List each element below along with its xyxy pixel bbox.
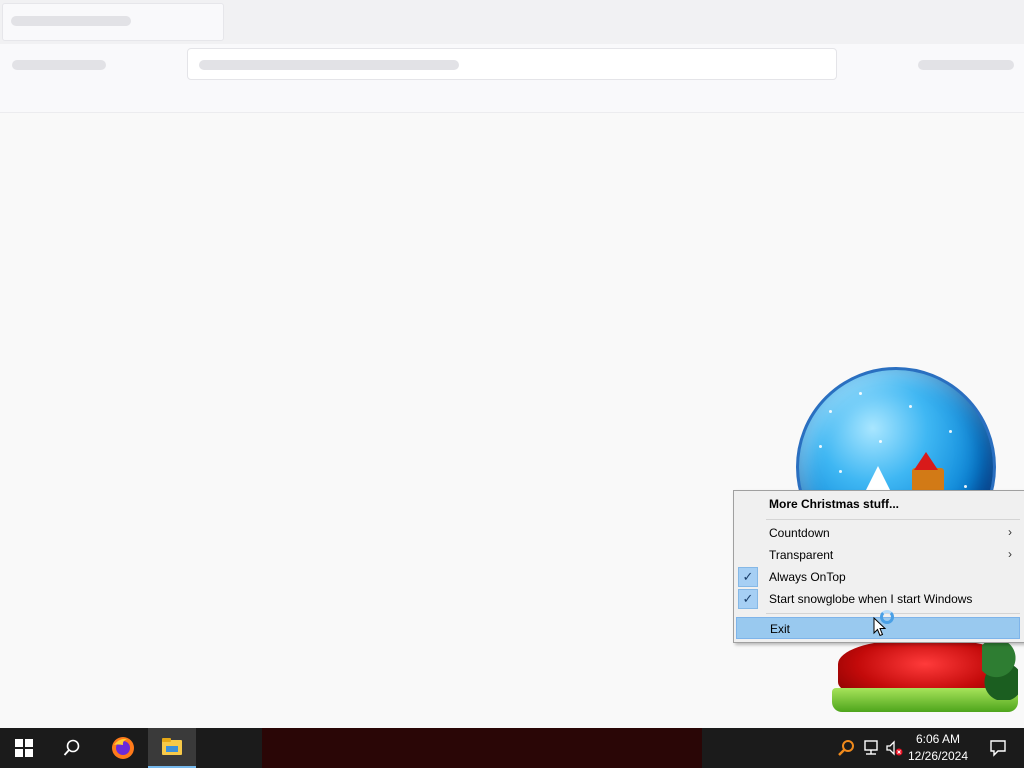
firefox-icon [112, 737, 134, 759]
menu-item-label: Start snowglobe when I start Windows [769, 592, 973, 606]
menu-item-label: Countdown [769, 526, 830, 540]
windows-logo-icon [15, 739, 33, 757]
snowflake [909, 405, 912, 408]
volume-tray-button[interactable] [884, 738, 904, 758]
start-button[interactable] [0, 728, 48, 768]
clock-date: 12/26/2024 [907, 749, 969, 763]
menu-separator [766, 519, 1020, 520]
menu-item-label: More Christmas stuff... [769, 497, 900, 511]
clock-time: 6:06 AM [915, 732, 961, 746]
tab-title-placeholder [11, 16, 131, 26]
menu-item-more-christmas-stuff[interactable]: More Christmas stuff... [736, 493, 1020, 515]
toolbar-right-placeholder [918, 60, 1014, 70]
snowflake [839, 470, 842, 473]
snowflake [829, 410, 832, 413]
snowglobe-tray-button[interactable] [836, 738, 856, 758]
network-tray-button[interactable] [861, 738, 881, 758]
holly-icon [982, 640, 1018, 700]
menu-item-label: Always OnTop [769, 570, 846, 584]
santa-icon [914, 452, 938, 470]
menu-item-start-with-windows[interactable]: ✓ Start snowglobe when I start Windows [736, 588, 1020, 610]
taskbar-clock[interactable]: 6:06 AM 12/26/2024 [902, 731, 974, 765]
checkmark-icon: ✓ [738, 567, 758, 587]
menu-item-transparent[interactable]: Transparent › [736, 544, 1020, 566]
taskbar: 6:06 AM 12/26/2024 [0, 728, 1024, 768]
address-bar[interactable] [187, 48, 837, 80]
mouse-cursor-icon [873, 617, 887, 637]
menu-item-label: Transparent [769, 548, 834, 562]
toolbar-left-placeholder [12, 60, 106, 70]
network-icon [864, 740, 878, 755]
volume-muted-icon [886, 740, 903, 756]
menu-item-always-ontop[interactable]: ✓ Always OnTop [736, 566, 1020, 588]
checkmark-icon: ✓ [738, 589, 758, 609]
action-center-icon [990, 740, 1006, 757]
snowflake [964, 485, 967, 488]
submenu-arrow-icon: › [1008, 547, 1012, 561]
snow-tree-icon [866, 466, 890, 490]
address-placeholder [199, 60, 459, 70]
action-center-button[interactable] [978, 728, 1018, 768]
desktop-screen: More Christmas stuff... Countdown › Tran… [0, 0, 1024, 768]
menu-item-label: Exit [770, 622, 791, 636]
search-button[interactable] [48, 728, 96, 768]
snowflake [879, 440, 882, 443]
snowflake [859, 392, 862, 395]
browser-tab[interactable] [2, 3, 224, 41]
snowflake [949, 430, 952, 433]
browser-tabstrip [0, 0, 1024, 44]
file-explorer-icon [162, 738, 182, 755]
taskbar-firefox[interactable] [99, 728, 147, 768]
taskbar-file-explorer[interactable] [148, 728, 196, 768]
menu-item-countdown[interactable]: Countdown › [736, 522, 1020, 544]
snowflake [819, 445, 822, 448]
submenu-arrow-icon: › [1008, 525, 1012, 539]
snowglobe-tray-icon [838, 740, 854, 756]
wallpaper-region [262, 728, 702, 768]
search-icon [63, 739, 80, 756]
